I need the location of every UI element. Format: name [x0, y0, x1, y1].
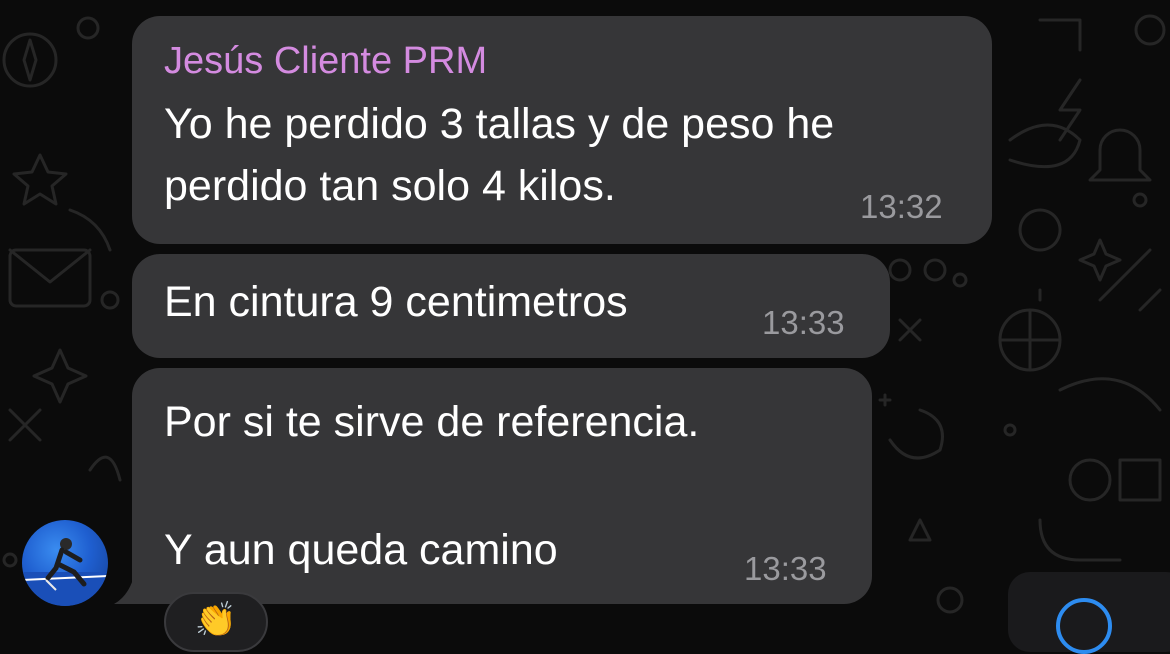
message-text: Yo he perdido 3 tallas y de peso he perd… — [164, 100, 835, 210]
sender-name[interactable]: Jesús Cliente PRM — [164, 40, 487, 83]
message-bubble-2[interactable]: En cintura 9 centimetros 13:33 — [132, 254, 890, 358]
reaction-badge[interactable]: 👏 — [164, 592, 268, 652]
message-text: Por si te sirve de referencia. Y aun que… — [164, 398, 700, 574]
message-timestamp: 13:33 — [762, 304, 845, 341]
message-text: En cintura 9 centimetros — [164, 278, 628, 326]
message-bubble-1[interactable]: Jesús Cliente PRM Yo he perdido 3 tallas… — [132, 16, 992, 244]
chevron-down-circle-icon[interactable] — [1056, 598, 1112, 654]
user-avatar[interactable] — [22, 520, 108, 606]
message-timestamp: 13:32 — [860, 188, 943, 225]
message-bubble-3[interactable]: Por si te sirve de referencia. Y aun que… — [132, 368, 872, 604]
message-timestamp: 13:33 — [744, 550, 827, 587]
